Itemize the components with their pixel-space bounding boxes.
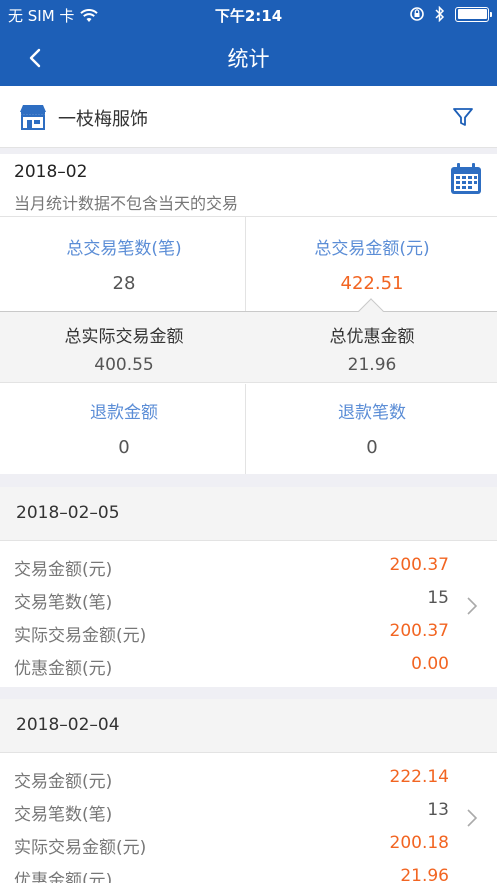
total-amount-cell[interactable]: 总交易金额(元) 422.51 <box>248 234 496 294</box>
filter-icon[interactable] <box>451 105 475 129</box>
refund-amount-cell[interactable]: 退款金额 0 <box>0 398 248 458</box>
list-item: 交易笔数(笔) 13 <box>0 794 497 827</box>
row-value: 13 <box>427 800 449 820</box>
summary-month: 2018–02 <box>14 162 88 182</box>
list-item: 交易金额(元) 222.14 <box>0 761 497 794</box>
discount-value: 21.96 <box>347 355 397 375</box>
day-date: 2018–02–05 <box>0 487 497 541</box>
status-right <box>409 6 492 22</box>
total-count-value: 28 <box>112 273 136 294</box>
discount-label: 总优惠金额 <box>329 327 415 347</box>
total-amount-value: 422.51 <box>340 273 404 294</box>
bluetooth-icon <box>435 6 445 22</box>
shop-name: 一枝梅服饰 <box>58 109 148 130</box>
refund-count-cell[interactable]: 退款笔数 0 <box>248 398 496 458</box>
top-bar: 无 SIM 卡 下午2:14 统计 <box>0 0 497 86</box>
status-bar: 无 SIM 卡 下午2:14 <box>0 0 497 30</box>
row-label: 交易笔数(笔) <box>14 593 113 613</box>
discount-cell: 总优惠金额 21.96 <box>248 322 496 375</box>
summary-note: 当月统计数据不包含当天的交易 <box>14 194 239 213</box>
row-value: 200.18 <box>389 833 449 853</box>
list-item: 交易金额(元) 200.37 <box>0 549 497 582</box>
total-count-cell[interactable]: 总交易笔数(笔) 28 <box>0 234 248 294</box>
store-icon <box>20 105 46 130</box>
row-value: 15 <box>427 588 449 608</box>
battery-icon <box>455 6 492 22</box>
row-label: 交易金额(元) <box>14 772 113 792</box>
nav-bar: 统计 <box>0 30 497 86</box>
chevron-right-icon[interactable] <box>465 807 479 829</box>
page-title: 统计 <box>227 47 270 71</box>
list-item: 实际交易金额(元) 200.18 <box>0 827 497 860</box>
actual-amount-value: 400.55 <box>94 355 154 375</box>
actual-amount-cell: 总实际交易金额 400.55 <box>0 322 248 375</box>
refund-amount-label: 退款金额 <box>90 403 158 423</box>
monthly-summary: 2018–02 当月统计数据不包含当天的交易 总交易笔数(笔) 28 总交易金额… <box>0 154 497 474</box>
row-value: 222.14 <box>389 767 449 787</box>
divider <box>0 216 497 217</box>
row-label: 优惠金额(元) <box>14 659 113 679</box>
refund-count-value: 0 <box>366 437 378 458</box>
row-value: 200.37 <box>389 555 449 575</box>
row-label: 实际交易金额(元) <box>14 626 147 646</box>
chevron-right-icon[interactable] <box>465 595 479 617</box>
shop-bar: 一枝梅服饰 <box>0 86 497 148</box>
day-rows: 交易金额(元) 200.37 交易笔数(笔) 15 实际交易金额(元) 200.… <box>0 541 497 681</box>
list-item: 优惠金额(元) 0.00 <box>0 648 497 681</box>
list-item: 交易笔数(笔) 15 <box>0 582 497 615</box>
row-label: 交易笔数(笔) <box>14 805 113 825</box>
row-label: 实际交易金额(元) <box>14 838 147 858</box>
row-label: 交易金额(元) <box>14 560 113 580</box>
day-card[interactable]: 2018–02–04 交易金额(元) 222.14 交易笔数(笔) 13 实际交… <box>0 699 497 883</box>
rotation-lock-icon <box>410 7 424 21</box>
amount-breakdown: 总实际交易金额 400.55 总优惠金额 21.96 <box>0 311 497 383</box>
actual-amount-label: 总实际交易金额 <box>64 327 184 347</box>
row-label: 优惠金额(元) <box>14 871 113 883</box>
list-item: 优惠金额(元) 21.96 <box>0 860 497 883</box>
row-value: 200.37 <box>389 621 449 641</box>
calendar-icon[interactable] <box>449 162 483 196</box>
list-item: 实际交易金额(元) 200.37 <box>0 615 497 648</box>
refund-count-label: 退款笔数 <box>338 403 406 423</box>
total-count-label: 总交易笔数(笔) <box>66 239 182 259</box>
day-date: 2018–02–04 <box>0 699 497 753</box>
day-card[interactable]: 2018–02–05 交易金额(元) 200.37 交易笔数(笔) 15 实际交… <box>0 487 497 687</box>
day-rows: 交易金额(元) 222.14 交易笔数(笔) 13 实际交易金额(元) 200.… <box>0 753 497 883</box>
total-amount-label: 总交易金额(元) <box>314 239 430 259</box>
refund-amount-value: 0 <box>118 437 130 458</box>
row-value: 0.00 <box>411 654 449 674</box>
row-value: 21.96 <box>400 866 449 883</box>
